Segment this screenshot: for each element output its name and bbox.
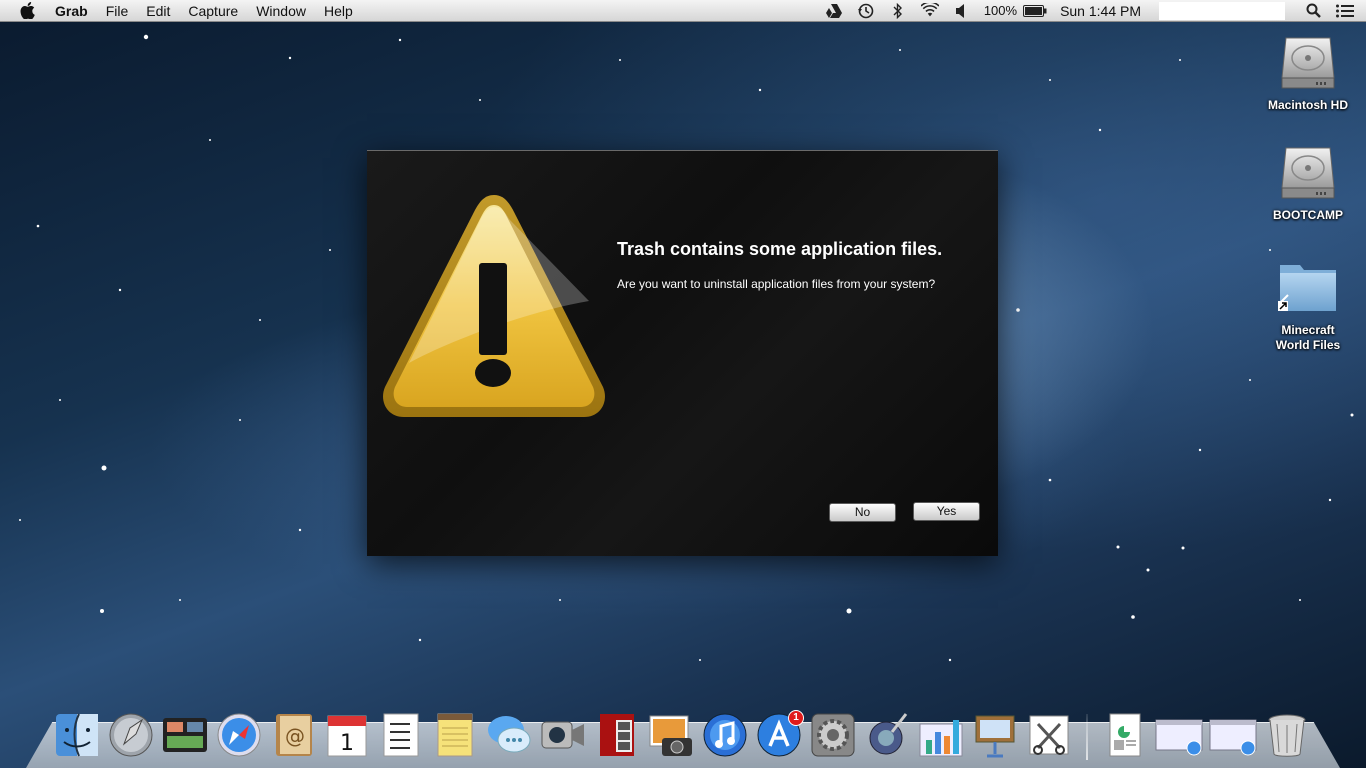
no-button[interactable]: No bbox=[829, 503, 896, 522]
redacted-user-area bbox=[1159, 1, 1285, 20]
yes-button[interactable]: Yes bbox=[913, 502, 980, 521]
desktop-icon-label-line1: Minecraft bbox=[1281, 323, 1335, 337]
uninstall-alert-dialog: Trash contains some application files. A… bbox=[367, 150, 998, 556]
google-drive-icon[interactable] bbox=[825, 2, 843, 20]
notes-icon[interactable] bbox=[430, 710, 480, 760]
photo-booth-icon[interactable] bbox=[592, 710, 642, 760]
minimized-window-icon[interactable] bbox=[1154, 710, 1204, 760]
reminders-icon[interactable] bbox=[376, 710, 426, 760]
time-machine-icon[interactable] bbox=[857, 2, 875, 20]
finder-icon[interactable] bbox=[52, 710, 102, 760]
hard-drive-icon bbox=[1276, 140, 1340, 204]
contacts-icon[interactable]: @ bbox=[268, 710, 318, 760]
menu-clock[interactable]: Sun 1:44 PM bbox=[1054, 3, 1151, 19]
facetime-icon[interactable] bbox=[538, 710, 588, 760]
battery-percentage[interactable]: 100% bbox=[978, 3, 1023, 18]
system-preferences-icon[interactable] bbox=[808, 710, 858, 760]
keynote-icon[interactable] bbox=[970, 710, 1020, 760]
app-store-badge: 1 bbox=[788, 710, 804, 726]
menu-capture[interactable]: Capture bbox=[179, 0, 247, 22]
notification-center-icon[interactable] bbox=[1336, 2, 1354, 20]
dialog-message: Are you want to uninstall application fi… bbox=[617, 277, 936, 291]
svg-text:1: 1 bbox=[340, 731, 354, 756]
desktop-icon-macintosh-hd[interactable]: Macintosh HD bbox=[1258, 30, 1358, 113]
preview-icon[interactable] bbox=[862, 710, 912, 760]
dock: @ 1 1 bbox=[50, 700, 1314, 760]
launchpad-icon[interactable] bbox=[106, 710, 156, 760]
apple-menu-icon[interactable] bbox=[17, 1, 37, 21]
desktop-icon-minecraft-world-files[interactable]: Minecraft World Files bbox=[1258, 255, 1358, 353]
volume-icon[interactable] bbox=[953, 2, 971, 20]
document-stack-icon[interactable] bbox=[1100, 710, 1150, 760]
desktop-icon-label: Macintosh HD bbox=[1267, 98, 1348, 112]
folder-alias-icon bbox=[1276, 255, 1340, 319]
dialog-title: Trash contains some application files. bbox=[617, 239, 943, 259]
iphoto-icon[interactable] bbox=[646, 710, 696, 760]
messages-icon[interactable] bbox=[484, 710, 534, 760]
wifi-icon[interactable] bbox=[920, 2, 939, 20]
menu-help[interactable]: Help bbox=[315, 0, 362, 22]
menu-window[interactable]: Window bbox=[247, 0, 315, 22]
dock-separator bbox=[1086, 714, 1088, 760]
desktop-icon-label-line2: World Files bbox=[1275, 338, 1341, 352]
desktop-icon-label: BOOTCAMP bbox=[1273, 208, 1343, 222]
bluetooth-icon[interactable] bbox=[889, 2, 907, 20]
grab-icon[interactable] bbox=[1024, 710, 1074, 760]
numbers-icon[interactable] bbox=[916, 710, 966, 760]
svg-text:@: @ bbox=[285, 724, 305, 748]
menu-bar: Grab File Edit Capture Window Help 100% … bbox=[0, 0, 1366, 22]
menu-edit[interactable]: Edit bbox=[137, 0, 179, 22]
itunes-icon[interactable] bbox=[700, 710, 750, 760]
battery-icon[interactable] bbox=[1023, 2, 1047, 20]
safari-icon[interactable] bbox=[214, 710, 264, 760]
desktop-icon-bootcamp[interactable]: BOOTCAMP bbox=[1258, 140, 1358, 223]
hard-drive-icon bbox=[1276, 30, 1340, 94]
menu-file[interactable]: File bbox=[97, 0, 138, 22]
spotlight-search-icon[interactable] bbox=[1304, 2, 1322, 20]
warning-icon bbox=[379, 191, 609, 421]
calendar-icon[interactable]: 1 bbox=[322, 710, 372, 760]
mission-control-icon[interactable] bbox=[160, 710, 210, 760]
menu-app-name[interactable]: Grab bbox=[49, 0, 97, 22]
trash-icon[interactable] bbox=[1262, 710, 1312, 760]
app-store-icon[interactable]: 1 bbox=[754, 710, 804, 760]
minimized-window-icon-2[interactable] bbox=[1208, 710, 1258, 760]
